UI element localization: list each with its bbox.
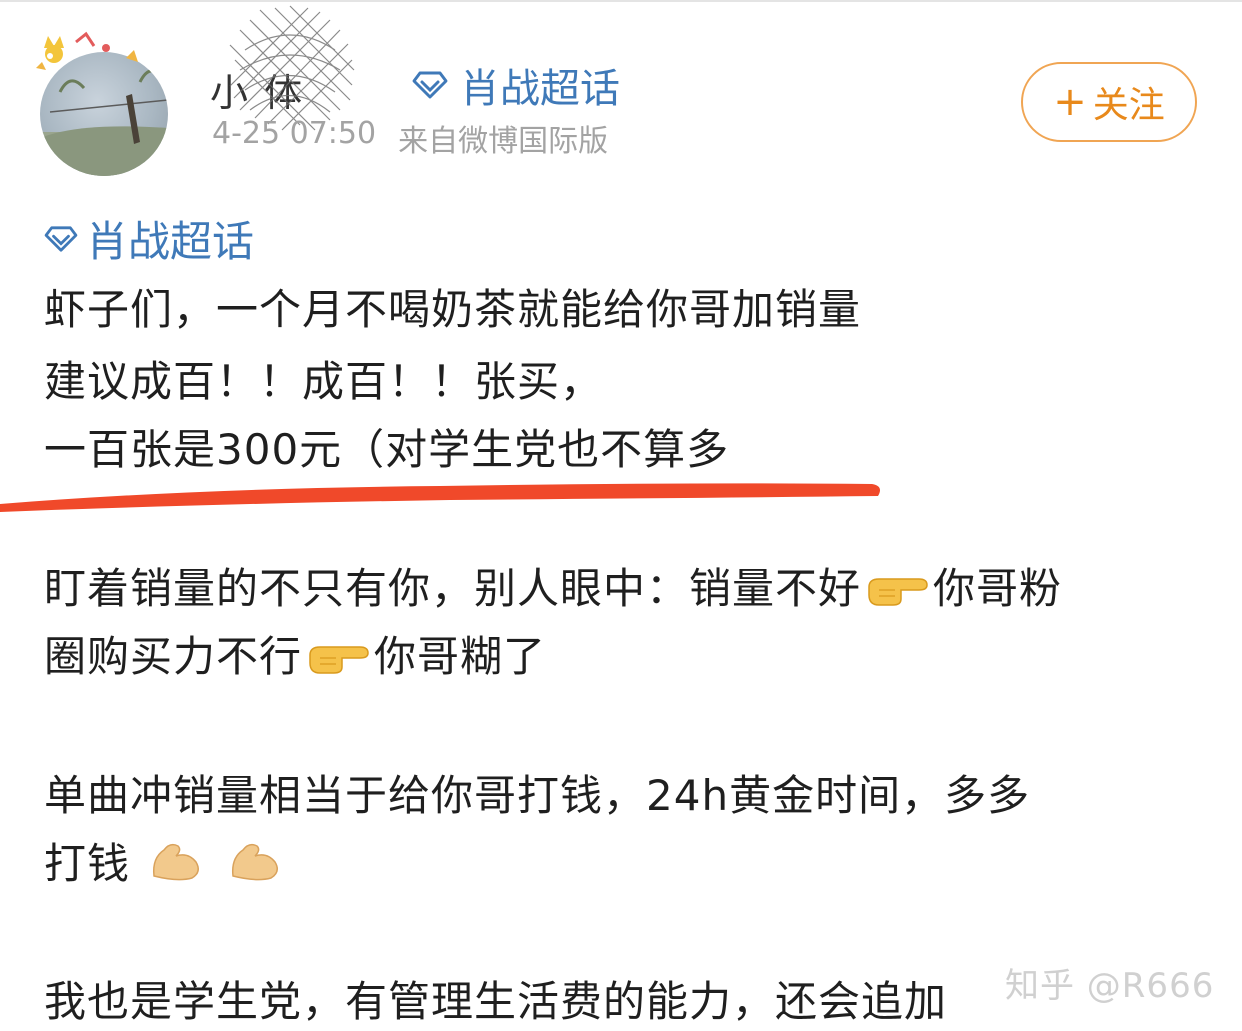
post-source: 来自微博国际版 <box>398 124 609 159</box>
post-text-line: 圈购买力不行 你哥糊了 <box>44 623 546 684</box>
post-text-line: 虾子们，一个月不喝奶茶就能给你哥加销量 <box>44 285 862 334</box>
avatar-decoration-icon <box>36 31 138 70</box>
follow-button[interactable]: + 关注 <box>1021 62 1197 142</box>
post-topic-tag-label: 肖战超话 <box>86 217 255 266</box>
post-text-line: 打钱 <box>44 830 287 891</box>
flexed-biceps-icon <box>231 843 278 881</box>
pointing-right-icon <box>868 578 928 606</box>
post-text-line: 建议成百！！成百！！张买， <box>44 357 604 406</box>
header-topic-tag-label: 肖战超话 <box>460 66 620 112</box>
flexed-biceps-icon <box>153 843 200 881</box>
diamond-icon <box>44 225 78 252</box>
post-text-line: 单曲冲销量相当于给你哥打钱，24h黄金时间，多多 <box>44 771 1031 820</box>
post-text-line: 我也是学生党，有管理生活费的能力，还会追加 <box>44 977 948 1026</box>
post-text-segment: 你哥粉 <box>933 564 1063 613</box>
post-text-segment: 打钱 <box>44 839 131 888</box>
watermark: 知乎 @R666 <box>1005 966 1215 1006</box>
post-text-segment: 盯着销量的不只有你，别人眼中：销量不好 <box>44 564 862 613</box>
post-text-segment: 你哥糊了 <box>374 632 547 681</box>
pointing-right-icon <box>309 646 369 674</box>
diamond-icon <box>412 71 448 99</box>
post-timestamp: 4-25 07:50 <box>212 116 377 151</box>
post-text-line: 一百张是300元（对学生党也不算多 <box>44 425 730 474</box>
plus-icon: + <box>1053 79 1087 125</box>
post-meta: 4-25 07:50 来自微博国际版 <box>212 116 608 160</box>
top-divider <box>0 0 1242 2</box>
post-text-segment: 圈购买力不行 <box>44 632 303 681</box>
post-text-line: 盯着销量的不只有你，别人眼中：销量不好 你哥粉 <box>44 555 1062 616</box>
post-topic-tag[interactable]: 肖战超话 <box>44 208 254 269</box>
header-topic-tag[interactable]: 肖战超话 <box>412 56 620 114</box>
red-underline-annotation <box>0 483 880 512</box>
follow-button-label: 关注 <box>1092 85 1165 126</box>
